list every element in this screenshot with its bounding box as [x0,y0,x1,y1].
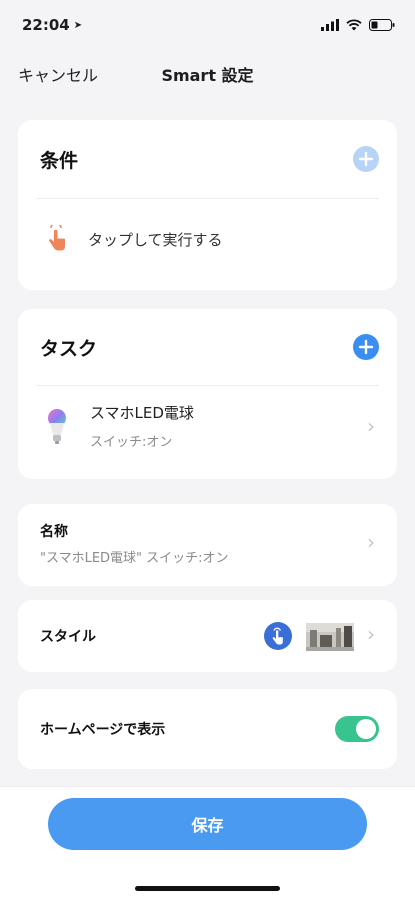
add-task-plus-icon[interactable] [353,334,379,360]
device-state: スイッチ:オン [90,435,173,450]
style-label: スタイル [40,629,96,645]
led-bulb-icon [48,409,66,444]
status-right [321,19,395,31]
name-value: "スマホLED電球" スイッチ:オン [40,551,229,566]
save-button[interactable]: 保存 [48,798,367,850]
status-time: 22:04 [22,16,70,34]
wifi-icon [346,19,362,31]
status-bar: 22:04 ➤ [0,0,415,50]
condition-title: 条件 [40,149,79,172]
task-item-device[interactable]: スマホLED電球 スイッチ:オン › [18,386,397,476]
battery-icon [369,19,395,31]
add-condition-plus-icon[interactable] [353,146,379,172]
homepage-toggle[interactable] [335,716,379,742]
homepage-label: ホームページで表示 [40,722,166,738]
location-arrow-icon: ➤ [73,19,83,31]
cellular-signal-icon [321,19,339,31]
nav-bar: キャンセル Smart 設定 [0,50,415,96]
tap-hand-icon [49,225,65,251]
style-card[interactable]: スタイル › [18,600,397,672]
device-chevron-right-icon: › [367,414,375,438]
task-header: タスク [18,309,397,385]
condition-item-label: タップして実行する [88,230,223,249]
bottom-bar: 保存 [0,786,415,901]
condition-card: 条件 タップして実行する [18,120,397,290]
condition-header: 条件 [18,120,397,198]
toggle-knob [356,719,376,739]
name-label: 名称 [40,524,68,540]
style-chevron-right-icon: › [367,622,375,646]
name-card[interactable]: 名称 "スマホLED電球" スイッチ:オン › [18,504,397,586]
task-card: タスク スマホLED電球 スイッチ:オン › [18,309,397,479]
style-background-thumbnail [306,623,354,651]
style-tap-hand-icon [264,622,292,650]
condition-item-tap[interactable]: タップして実行する [18,199,397,279]
status-left: 22:04 ➤ [22,16,82,34]
page-title: Smart 設定 [161,66,254,85]
task-title: タスク [40,337,98,360]
homepage-card: ホームページで表示 [18,689,397,769]
home-indicator [135,886,280,891]
device-name: スマホLED電球 [90,404,194,422]
name-chevron-right-icon: › [367,530,375,554]
